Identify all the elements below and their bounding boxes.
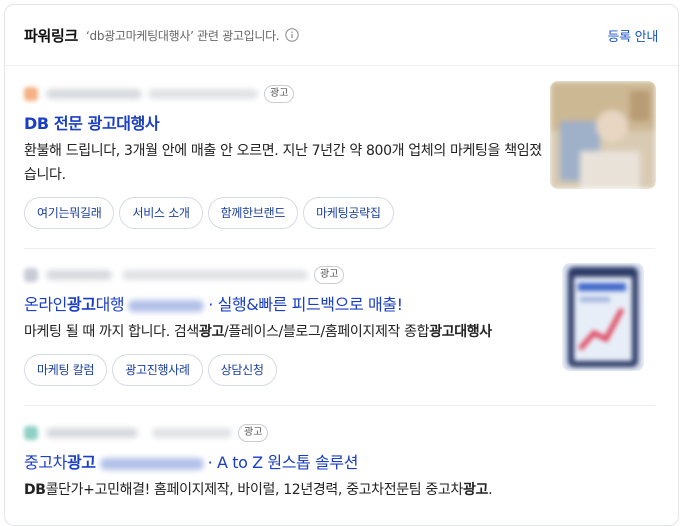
sitelink-chip[interactable]: 여기는뭐길래 (24, 197, 115, 229)
site-favicon (24, 87, 38, 101)
ad-item: 광고 온라인광고대행 · 실행&빠른 피드백으로 매출! 마케팅 될 때 까지 합… (24, 264, 544, 386)
sitelink-chip[interactable]: 서비스 소개 (119, 197, 203, 229)
ad-divider (24, 405, 655, 406)
ad-description: DB콜단가+고민해결! 홈페이지제작, 바이럴, 12년경력, 중고차전문팀 중… (24, 482, 493, 498)
title-blurred-segment (99, 457, 204, 470)
ad-description: 환불해 드립니다, 3개월 안에 매출 안 오르면. 지난 7년간 약 800개… (24, 143, 542, 183)
ad-badge: 광고 (238, 424, 269, 442)
ad-item: 광고 중고차광고 · A to Z 원스톱 솔루션 DB콜단가+고민해결! 홈페이… (24, 422, 664, 502)
ad-url-row[interactable]: 광고 (24, 83, 544, 105)
title-blurred-segment (128, 299, 205, 312)
ad-title-link[interactable]: 온라인광고대행 · 실행&빠른 피드백으로 매출! (24, 291, 544, 315)
ad-title-link[interactable]: DB 전문 광고대행사 (24, 110, 544, 134)
ad-badge: 광고 (314, 266, 345, 284)
powerlink-description: ‘db광고마케팅대행사’ 관련 광고입니다. (86, 28, 280, 43)
sitelink-chip[interactable]: 마케팅 칼럼 (24, 354, 108, 386)
ad-description: 마케팅 될 때 까지 합니다. 검색광고/플레이스/블로그/홈페이지제작 종합광… (24, 324, 492, 340)
ad-badge: 광고 (264, 85, 295, 103)
site-name-blurred (46, 428, 138, 438)
ad-url-row[interactable]: 광고 (24, 422, 664, 444)
sitelink-chip[interactable]: 함께한브랜드 (207, 197, 299, 229)
site-name-blurred (46, 89, 142, 99)
sitelink-chip[interactable]: 상담신청 (207, 354, 277, 386)
site-name-blurred (46, 270, 112, 280)
site-url-blurred (148, 89, 258, 99)
ad-thumbnail[interactable] (562, 263, 644, 371)
site-url-blurred (152, 428, 232, 438)
sitelink-chip[interactable]: 마케팅공략집 (303, 197, 394, 229)
powerlink-header: 파워링크 ‘db광고마케팅대행사’ 관련 광고입니다. 등록 안내 (5, 5, 678, 66)
ad-url-row[interactable]: 광고 (24, 264, 544, 286)
site-url-blurred (122, 270, 308, 280)
ad-divider (24, 248, 655, 249)
info-icon[interactable] (285, 28, 300, 42)
powerlink-panel: 파워링크 ‘db광고마케팅대행사’ 관련 광고입니다. 등록 안내 광고 DB … (4, 4, 679, 526)
powerlink-title: 파워링크 (24, 26, 79, 45)
site-favicon (24, 268, 38, 282)
sitelink-chip[interactable]: 광고진행사례 (112, 354, 203, 386)
site-favicon (24, 426, 38, 440)
ad-title-link[interactable]: 중고차광고 · A to Z 원스톱 솔루션 (24, 449, 664, 473)
register-guide-link[interactable]: 등록 안내 (608, 26, 659, 45)
ad-item: 광고 DB 전문 광고대행사 환불해 드립니다, 3개월 안에 매출 안 오르면… (24, 83, 544, 229)
ad-thumbnail[interactable] (550, 81, 656, 189)
